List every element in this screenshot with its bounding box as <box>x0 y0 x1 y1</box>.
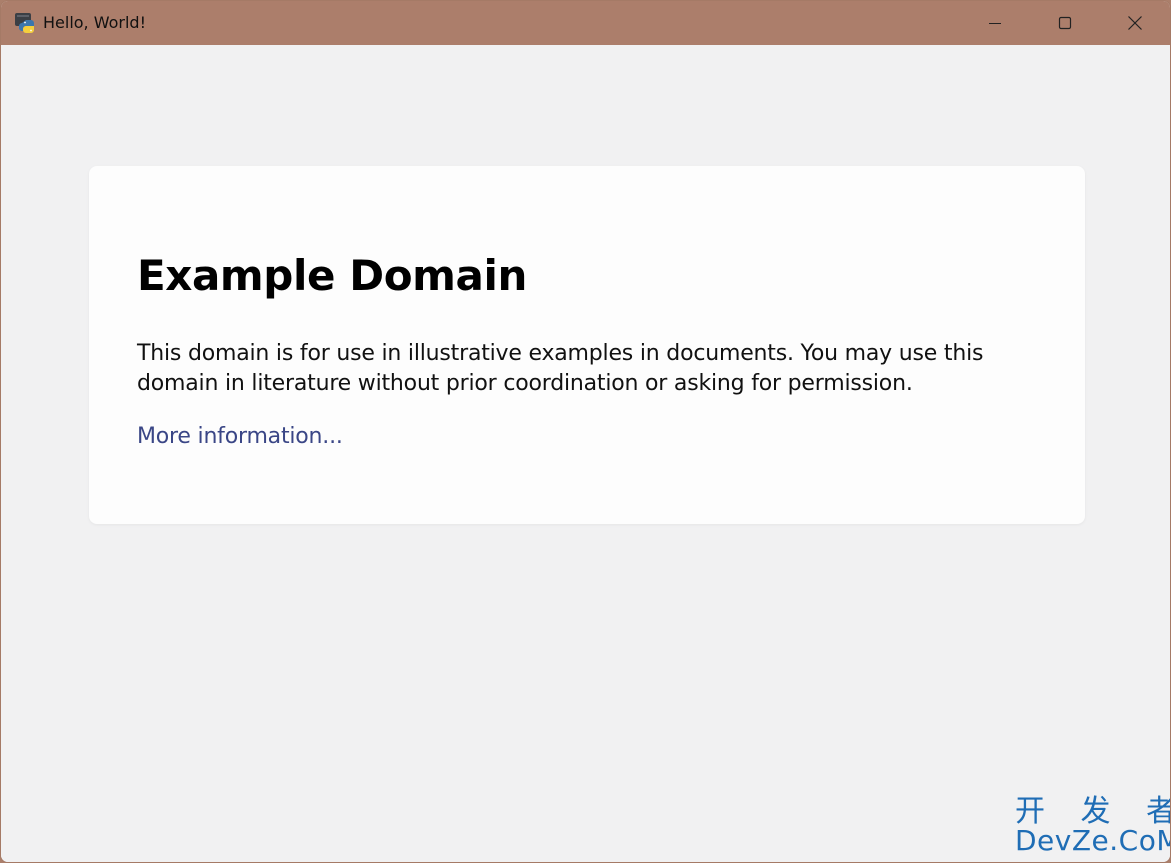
python-icon <box>15 13 34 33</box>
watermark-logo: 开 发 者 DevZe.CoM <box>1013 795 1170 857</box>
maximize-button[interactable] <box>1030 1 1100 45</box>
app-window: Hello, World! Example Domain This domain… <box>0 0 1171 863</box>
web-content: Example Domain This domain is for use in… <box>1 45 1170 862</box>
close-button[interactable] <box>1100 1 1170 45</box>
title-bar[interactable]: Hello, World! <box>1 1 1170 45</box>
page-heading: Example Domain <box>137 251 527 300</box>
window-title: Hello, World! <box>43 13 146 32</box>
content-card: Example Domain This domain is for use in… <box>89 166 1085 524</box>
more-information-link[interactable]: More information... <box>137 422 343 452</box>
watermark-line-2: DevZe.CoM <box>1015 824 1171 857</box>
minimize-button[interactable] <box>960 1 1030 45</box>
maximize-icon <box>1058 16 1072 30</box>
close-icon <box>1128 16 1142 30</box>
minimize-icon <box>989 23 1001 24</box>
description-paragraph: This domain is for use in illustrative e… <box>137 341 984 396</box>
